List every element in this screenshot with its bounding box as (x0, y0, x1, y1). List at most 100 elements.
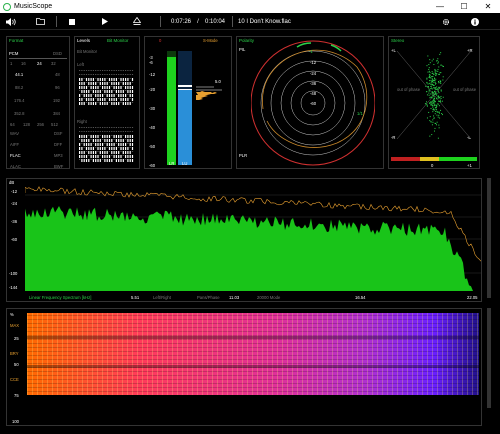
maximize-button[interactable]: ☐ (452, 2, 476, 11)
spectrum-xtick-16-54: 16.54 (355, 295, 366, 300)
right-label: Right (77, 119, 87, 124)
bit-monitor-label: Bit Monitor (77, 49, 98, 54)
dsd-128: 128 (23, 122, 30, 127)
mode-20000: 20000 Mode (257, 295, 281, 300)
info-button[interactable] (470, 16, 480, 27)
play-icon (102, 18, 108, 25)
close-button[interactable]: ✕ (476, 2, 500, 11)
levels-panel: Levels Bit Monitor Bit Monitor Left Righ… (74, 36, 140, 169)
eject-button[interactable] (131, 16, 143, 27)
ring-label-12: -12 (310, 60, 317, 65)
spectrogram-panel: % MAX 25 BRY 50 CCE 75 100 (6, 308, 482, 426)
codec-aiff: AIFF (10, 142, 20, 147)
rate-96: 96 (55, 85, 60, 90)
open-folder-button[interactable] (34, 16, 46, 27)
correlation-plus-one: +1 (467, 163, 472, 168)
spectrum-plot (25, 186, 481, 291)
stereo-panel: Stereo +L +R -R -L out of phase out of p… (388, 36, 480, 169)
time-current: 0:07:26 (170, 18, 192, 25)
rate-352-8: 352.8 (14, 111, 25, 116)
peak-value: 5.0 (215, 79, 221, 84)
eject-icon (133, 17, 141, 25)
meter-right-bar (178, 89, 192, 165)
speaker-icon (6, 17, 16, 26)
meter-marker-top: 0 (159, 38, 162, 43)
spectrogram-pct-label: % (10, 312, 14, 317)
spectrogram-image (27, 313, 479, 395)
dsd-512: 512 (51, 122, 58, 127)
spectrum-ytick-36: -36 (11, 219, 18, 224)
smode-label: S-Mode (203, 38, 218, 43)
meter-tick-label: -50 (149, 144, 156, 149)
ring-label-36: -36 (310, 81, 317, 86)
correlation-zero: 0 (431, 163, 434, 168)
stop-button[interactable] (67, 16, 77, 27)
spectrum-xtick-5-51: 5.51 (131, 295, 140, 300)
mode-pans-phase: Pans/Phase (197, 295, 220, 300)
spectrogram-label-cce: CCE (10, 377, 19, 382)
rate-192: 192 (53, 98, 60, 103)
folder-icon (35, 18, 45, 25)
bit-depth-32: 32 (51, 61, 56, 66)
bit-monitor-left (79, 70, 134, 105)
stop-icon (69, 18, 75, 25)
spectrogram-label-max: MAX (10, 323, 20, 328)
meter-left-bar (167, 56, 176, 165)
meter-tick-label: -60 (149, 163, 156, 168)
gear-icon (442, 18, 450, 25)
loudness-histogram (196, 86, 222, 100)
spectrum-ytick-60: -60 (11, 237, 18, 242)
meter-tick-label: -3 (149, 54, 153, 60)
spectrum-scrollbar[interactable] (487, 178, 491, 298)
rate-44-1: 44.1 (15, 72, 24, 77)
meter-lu-label: LU (182, 161, 188, 166)
spectrogram-ytick-75: 75 (14, 393, 19, 398)
meter-tick-label: -20 (149, 87, 156, 92)
codec-bwf: BWF (54, 164, 64, 169)
codec-alac: ALAC (10, 164, 21, 169)
spectrum-panel: dB -12 -24 -36 -60 -100 -144 Linear Freq… (6, 178, 482, 302)
spectrogram-ytick-25: 25 (14, 336, 19, 341)
dsd-label: DSD (53, 51, 62, 56)
bit-depth-1: 1 (10, 61, 13, 66)
info-icon (471, 17, 479, 26)
levels-title: Levels (77, 38, 91, 43)
codec-mp3: MP3 (54, 153, 63, 158)
polarity-mark-b: 1/1 (357, 111, 363, 116)
spectrum-ytick-144: -144 (9, 285, 18, 290)
rate-48: 48 (55, 72, 60, 77)
codec-wav: WAV (10, 131, 20, 136)
correlation-bar (391, 157, 477, 161)
title-bar: MusicScope — ☐ ✕ (0, 0, 500, 13)
volume-button[interactable] (4, 16, 18, 27)
window-title: MusicScope (14, 3, 53, 10)
stereo-scope (396, 50, 472, 140)
meter-lr-label: LR (169, 161, 175, 166)
meter-tick-label: -40 (149, 125, 156, 130)
format-panel: Format PCM DSD 1 16 24 32 44.1 88.2 176.… (6, 36, 70, 169)
settings-button[interactable] (441, 16, 451, 27)
rate-88-2: 88.2 (15, 85, 24, 90)
spectrum-xtick-22-05: 22.05 (467, 295, 478, 300)
spectrum-caption: Linear Frequency Spectrum [kHz] (29, 295, 92, 300)
time-total: 0:10:04 (204, 18, 226, 25)
spectrum-ytick-24: -24 (11, 201, 18, 206)
app-icon (3, 2, 11, 11)
spectrogram-label-bry: BRY (10, 351, 19, 356)
left-label: Left (77, 62, 84, 67)
levels-mode: Bit Monitor (107, 38, 129, 43)
peak-hold-marker (178, 85, 192, 87)
codec-dff: DFF (54, 142, 63, 147)
bit-depth-16: 16 (21, 61, 26, 66)
play-button[interactable] (100, 16, 110, 27)
dsd-256: 256 (37, 122, 44, 127)
pcm-label: PCM (9, 51, 19, 56)
spectrum-xtick-11-03: 11.03 (229, 295, 240, 300)
spectrogram-ytick-100: 100 (12, 419, 19, 424)
spectrogram-ytick-50: 50 (14, 362, 19, 367)
bit-monitor-right (79, 127, 134, 162)
spectrogram-scrollbar[interactable] (487, 308, 491, 408)
minimize-button[interactable]: — (428, 2, 452, 11)
meter-tick-label: -6 (149, 60, 153, 66)
mode-left-right: Left/Right (153, 295, 171, 300)
